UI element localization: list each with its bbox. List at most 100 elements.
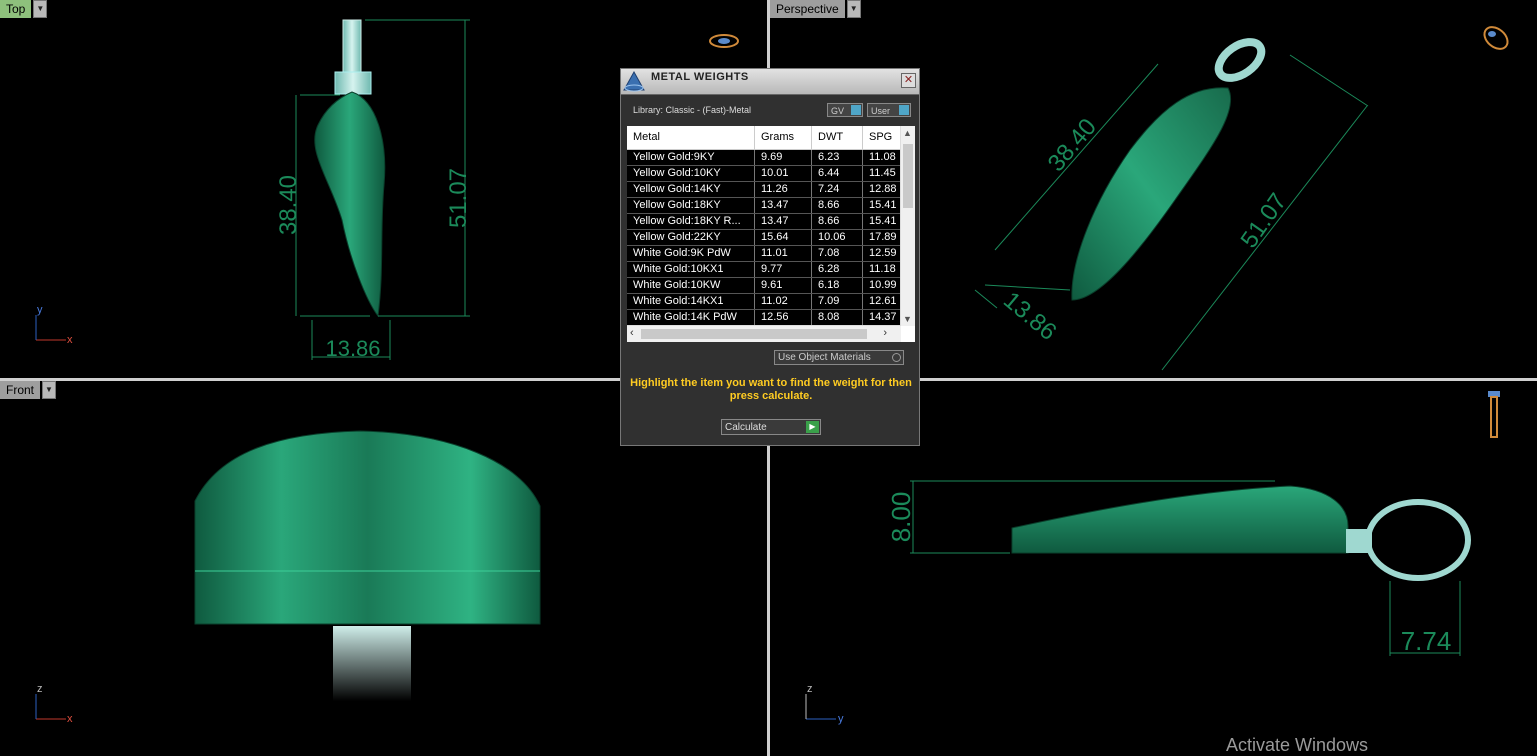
info-icon: [851, 105, 861, 115]
metal-name-cell: Yellow Gold:9KY: [627, 150, 755, 165]
right-dim-bail: 7.74: [1401, 626, 1452, 656]
activate-windows-watermark: Activate Windows: [1226, 735, 1369, 755]
axis-x-label: x: [67, 713, 73, 725]
spg-cell: 12.88: [869, 183, 897, 195]
scroll-left-icon[interactable]: ‹: [630, 327, 634, 339]
ring-nav-icon-right: [1488, 391, 1500, 438]
dwt-cell: 7.08: [812, 246, 863, 261]
column-header-grams[interactable]: Grams: [755, 126, 812, 149]
persp-dim-b: 51.07: [1236, 188, 1293, 253]
grams-cell: 13.47: [755, 214, 812, 229]
dialog-titlebar[interactable]: METAL WEIGHTS ✕: [621, 69, 919, 95]
dwt-cell: 6.44: [812, 166, 863, 181]
table-row[interactable]: White Gold:9K PdW 11.01 7.08 12.59: [627, 246, 901, 262]
table-row[interactable]: Yellow Gold:14KY 11.26 7.24 12.88: [627, 182, 901, 198]
top-dim-body: 38.40: [275, 175, 302, 235]
scroll-thumb[interactable]: [903, 144, 913, 208]
table-body: Yellow Gold:9KY 9.69 6.23 11.08 Yellow Gold:…: [627, 150, 901, 326]
ring-nav-icon: [709, 34, 739, 48]
dwt-cell: 6.18: [812, 278, 863, 293]
ring-nav-icon-perspective: [1483, 26, 1509, 50]
column-header-metal[interactable]: Metal: [627, 126, 755, 149]
table-row[interactable]: White Gold:10KX1 9.77 6.28 11.18: [627, 262, 901, 278]
table-row[interactable]: White Gold:14KX1 11.02 7.09 12.61: [627, 294, 901, 310]
metal-name-cell: White Gold:10KW: [627, 278, 755, 293]
column-header-spg[interactable]: SPG: [863, 126, 901, 149]
user-toggle[interactable]: User: [867, 103, 911, 117]
table-header: Metal Grams DWT SPG: [627, 126, 901, 150]
metal-name-cell: Yellow Gold:22KY: [627, 230, 755, 245]
dwt-cell: 7.09: [812, 294, 863, 309]
right-body: [1011, 485, 1349, 554]
chevron-down-icon[interactable]: ▼: [42, 381, 57, 399]
radio-icon: [892, 353, 901, 362]
dwt-cell: 6.23: [812, 150, 863, 165]
dialog-title: METAL WEIGHTS: [651, 71, 749, 83]
axis-gizmo-top: [35, 315, 66, 341]
metal-name-cell: White Gold:14K PdW: [627, 310, 755, 325]
top-dim-width: 13.86: [325, 336, 380, 361]
dwt-cell: 6.28: [812, 262, 863, 277]
chevron-down-icon[interactable]: ▼: [846, 0, 861, 18]
viewport-label-front[interactable]: Front ▼: [0, 381, 57, 399]
dwt-cell: 8.66: [812, 214, 863, 229]
metal-name-cell: Yellow Gold:18KY R...: [627, 214, 755, 229]
scroll-down-icon[interactable]: ▼: [903, 314, 912, 324]
scroll-thumb[interactable]: [641, 329, 867, 339]
spg-cell: 10.99: [869, 279, 897, 291]
scroll-up-icon[interactable]: ▲: [903, 128, 912, 138]
metal-name-cell: Yellow Gold:10KY: [627, 166, 755, 181]
viewport-name: Perspective: [770, 0, 845, 18]
metal-name-cell: Yellow Gold:14KY: [627, 182, 755, 197]
table-row[interactable]: Yellow Gold:10KY 10.01 6.44 11.45: [627, 166, 901, 182]
spg-cell: 12.61: [869, 295, 897, 307]
dwt-cell: 10.06: [812, 230, 863, 245]
spg-cell: 11.08: [869, 151, 896, 163]
wing-body: [314, 91, 386, 318]
chevron-down-icon[interactable]: ▼: [33, 0, 48, 18]
bail-clasp: [334, 71, 372, 95]
viewport-name: Front: [0, 381, 41, 399]
spg-cell: 15.41: [869, 215, 897, 227]
metal-name-cell: Yellow Gold:18KY: [627, 198, 755, 213]
table-row[interactable]: Yellow Gold:18KY 13.47 8.66 15.41: [627, 198, 901, 214]
horizontal-scrollbar[interactable]: ‹ ›: [627, 325, 901, 342]
gv-toggle[interactable]: GV: [827, 103, 863, 117]
front-body: [194, 430, 541, 625]
grams-cell: 11.02: [755, 294, 812, 309]
metal-table[interactable]: Metal Grams DWT SPG Yellow Gold:9KY 9.69 6…: [627, 126, 915, 342]
right-bail-ring: [1365, 499, 1471, 581]
grams-cell: 15.64: [755, 230, 812, 245]
table-row[interactable]: White Gold:14K PdW 12.56 8.08 14.37: [627, 310, 901, 326]
axis-z-label: z: [807, 683, 813, 695]
persp-dim-a: 38.40: [1043, 113, 1102, 176]
viewport-label-top[interactable]: Top ▼: [0, 0, 48, 18]
metal-name-cell: White Gold:10KX1: [627, 262, 755, 277]
user-label: User: [871, 106, 891, 116]
axis-y-label: y: [838, 713, 844, 725]
wing-body-perspective: [1071, 87, 1232, 301]
vertical-scrollbar[interactable]: ▲ ▼: [900, 126, 915, 326]
table-row[interactable]: Yellow Gold:18KY R... 13.47 8.66 15.41: [627, 214, 901, 230]
play-icon: ▶: [806, 421, 819, 433]
spg-cell: 11.45: [869, 167, 896, 179]
calculate-label: Calculate: [725, 422, 767, 433]
table-row[interactable]: Yellow Gold:22KY 15.64 10.06 17.89: [627, 230, 901, 246]
grams-cell: 13.47: [755, 198, 812, 213]
use-object-materials-button[interactable]: Use Object Materials: [774, 350, 904, 365]
close-button[interactable]: ✕: [901, 73, 916, 88]
library-label: Library: Classic - (Fast)-Metal: [633, 105, 752, 115]
table-row[interactable]: White Gold:10KW 9.61 6.18 10.99: [627, 278, 901, 294]
viewport-label-perspective[interactable]: Perspective ▼: [770, 0, 861, 18]
grams-cell: 9.61: [755, 278, 812, 293]
axis-gizmo-front: [35, 694, 66, 720]
scroll-right-icon[interactable]: ›: [883, 327, 887, 339]
persp-dim-c: 13.86: [998, 287, 1061, 346]
metal-weights-dialog: METAL WEIGHTS ✕ Library: Classic - (Fast…: [620, 68, 920, 446]
right-dim-height: 8.00: [886, 492, 916, 543]
metal-name-cell: White Gold:14KX1: [627, 294, 755, 309]
calculate-button[interactable]: Calculate ▶: [721, 419, 821, 435]
table-row[interactable]: Yellow Gold:9KY 9.69 6.23 11.08: [627, 150, 901, 166]
spg-cell: 17.89: [869, 231, 897, 243]
column-header-dwt[interactable]: DWT: [812, 126, 863, 149]
